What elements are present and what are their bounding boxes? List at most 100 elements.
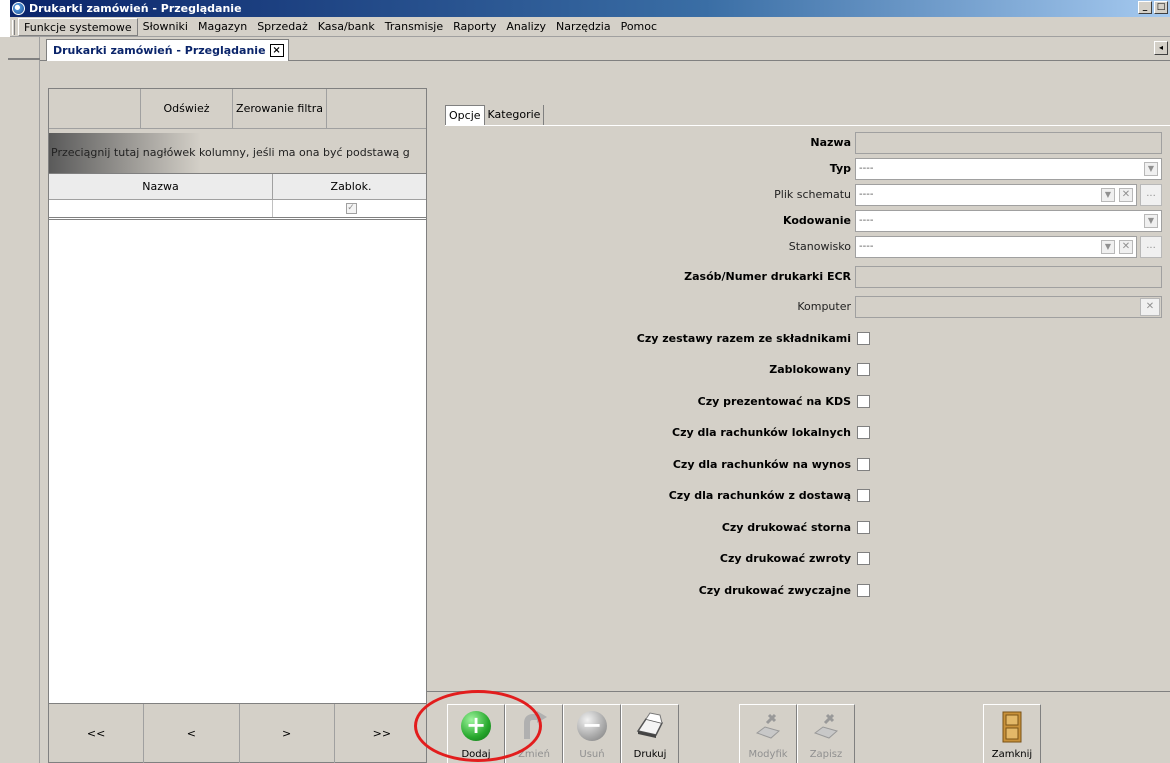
add-label: Dodaj [461,749,491,760]
z-dostawa-checkbox[interactable] [857,489,870,502]
clear-icon[interactable]: ✕ [1119,240,1133,254]
tools-icon [755,713,781,739]
menu-bar: Funkcje systemowe Słowniki Magazyn Sprze… [10,17,1170,37]
edit-arrow-icon [524,711,547,739]
label-typ: Typ [829,162,851,175]
label-zablokowany: Zablokowany [769,363,851,376]
print-label: Drukuj [633,749,667,760]
refresh-button[interactable]: Odśwież [141,89,233,129]
menu-funkcje-systemowe[interactable]: Funkcje systemowe [18,18,138,36]
label-stanowisko: Stanowisko [788,240,851,253]
menu-raporty[interactable]: Raporty [448,18,501,36]
kodowanie-value: ---- [859,215,874,226]
label-zestawy: Czy zestawy razem ze składnikami [636,332,851,345]
list-panel: Odśwież Zerowanie filtra Przeciągnij tut… [48,88,430,763]
close-button[interactable]: Zamknij [983,704,1041,763]
tab-label: Drukarki zamówień - Przeglądanie [53,43,266,57]
blocked-checkbox[interactable]: ✓ [345,203,357,214]
kds-checkbox[interactable] [857,395,870,408]
browse-button[interactable]: ... [1140,236,1162,258]
menu-narzedzia[interactable]: Narzędzia [551,18,616,36]
menu-transmisje[interactable]: Transmisje [380,18,448,36]
cell-zablok[interactable]: ✓ [273,200,429,217]
save-label: Zapisz [809,749,843,760]
storna-checkbox[interactable] [857,521,870,534]
menu-pomoc[interactable]: Pomoc [616,18,662,36]
plik-schematu-select[interactable]: ---- ▼ ✕ [855,184,1137,206]
chevron-down-icon[interactable]: ▼ [1101,240,1115,254]
close-label: Zamknij [991,749,1033,760]
work-area: Odśwież Zerowanie filtra Przeciągnij tut… [40,61,1170,763]
maximize-button[interactable]: □ [1154,1,1168,14]
details-panel: Opcje Kategorie Nazwa Typ ---- ▼ Plik sc… [426,88,1170,763]
label-komputer: Komputer [797,300,851,313]
close-icon[interactable]: × [269,44,284,57]
clear-icon[interactable]: ✕ [1140,298,1160,316]
window-title: Drukarki zamówień - Przeglądanie [29,2,242,15]
tab-scroll-left-button[interactable]: ◂ [1154,41,1168,55]
typ-value: ---- [859,163,874,174]
minus-icon: − [577,711,607,741]
outer-side-strip [0,37,40,763]
label-storna: Czy drukować storna [721,521,851,534]
zwroty-checkbox[interactable] [857,552,870,565]
komputer-field[interactable]: ✕ [855,296,1162,318]
lokalnych-checkbox[interactable] [857,426,870,439]
group-by-area[interactable]: Przeciągnij tutaj nagłówek kolumny, jeśl… [49,133,429,173]
column-header-zablok[interactable]: Zablok. [273,174,429,199]
zestawy-checkbox[interactable] [857,332,870,345]
typ-select[interactable]: ---- ▼ [855,158,1162,180]
nav-prev-button[interactable]: < [144,704,240,763]
tab-drukarki-przegladanie[interactable]: Drukarki zamówień - Przeglądanie × [46,39,289,61]
modify-button[interactable]: Modyfik [739,704,797,763]
menu-magazyn[interactable]: Magazyn [193,18,252,36]
side-divider [8,58,40,60]
group-hint-text: Przeciągnij tutaj nagłówek kolumny, jeśl… [51,146,410,159]
stanowisko-value: ---- [859,241,874,252]
print-button[interactable]: Drukuj [621,704,679,763]
stanowisko-select[interactable]: ---- ▼ ✕ [855,236,1137,258]
na-wynos-checkbox[interactable] [857,458,870,471]
record-navigator: << < > >> [49,703,429,763]
label-kds: Czy prezentować na KDS [697,395,851,408]
zwyczajne-checkbox[interactable] [857,584,870,597]
minimize-button[interactable]: _ [1138,1,1152,14]
table-row[interactable]: ✓ [49,200,429,220]
menu-slowniki[interactable]: Słowniki [138,18,193,36]
chevron-down-icon[interactable]: ▼ [1144,214,1158,228]
reset-filter-button[interactable]: Zerowanie filtra [233,89,327,129]
nav-first-button[interactable]: << [49,704,145,763]
menu-sprzedaz[interactable]: Sprzedaż [252,18,313,36]
delete-button[interactable]: − Usuń [563,704,621,763]
menu-analizy[interactable]: Analizy [501,18,551,36]
nazwa-field[interactable] [855,132,1162,154]
clear-icon[interactable]: ✕ [1119,188,1133,202]
save-button[interactable]: Zapisz [797,704,855,763]
document-tab-strip: Drukarki zamówień - Przeglądanie × ◂ [40,37,1170,61]
cell-nazwa[interactable] [49,200,273,217]
tools-icon [813,713,839,739]
nav-next-button[interactable]: > [240,704,335,763]
tab-opcje[interactable]: Opcje [445,105,485,125]
nav-last-button[interactable]: >> [335,704,429,763]
tab-kategorie[interactable]: Kategorie [485,105,545,125]
list-blank-area [327,89,429,129]
label-zasob: Zasób/Numer drukarki ECR [684,270,851,283]
chevron-down-icon[interactable]: ▼ [1101,188,1115,202]
browse-button[interactable]: ... [1140,184,1162,206]
label-zwyczajne: Czy drukować zwyczajne [698,584,851,597]
kodowanie-select[interactable]: ---- ▼ [855,210,1162,232]
chevron-down-icon[interactable]: ▼ [1144,162,1158,176]
column-header-nazwa[interactable]: Nazwa [49,174,273,199]
options-form: Nazwa Typ ---- ▼ Plik schematu ---- ▼ ✕ … [445,125,1170,695]
menu-kasa-bank[interactable]: Kasa/bank [313,18,380,36]
label-kodowanie: Kodowanie [783,214,851,227]
zasob-field[interactable] [855,266,1162,288]
zablokowany-checkbox[interactable] [857,363,870,376]
edit-button[interactable]: Zmień [505,704,563,763]
label-lokalnych: Czy dla rachunków lokalnych [672,426,851,439]
add-button[interactable]: + Dodaj [447,704,505,763]
delete-label: Usuń [579,749,605,760]
modify-label: Modyfik [748,749,788,760]
door-icon [1002,711,1022,743]
